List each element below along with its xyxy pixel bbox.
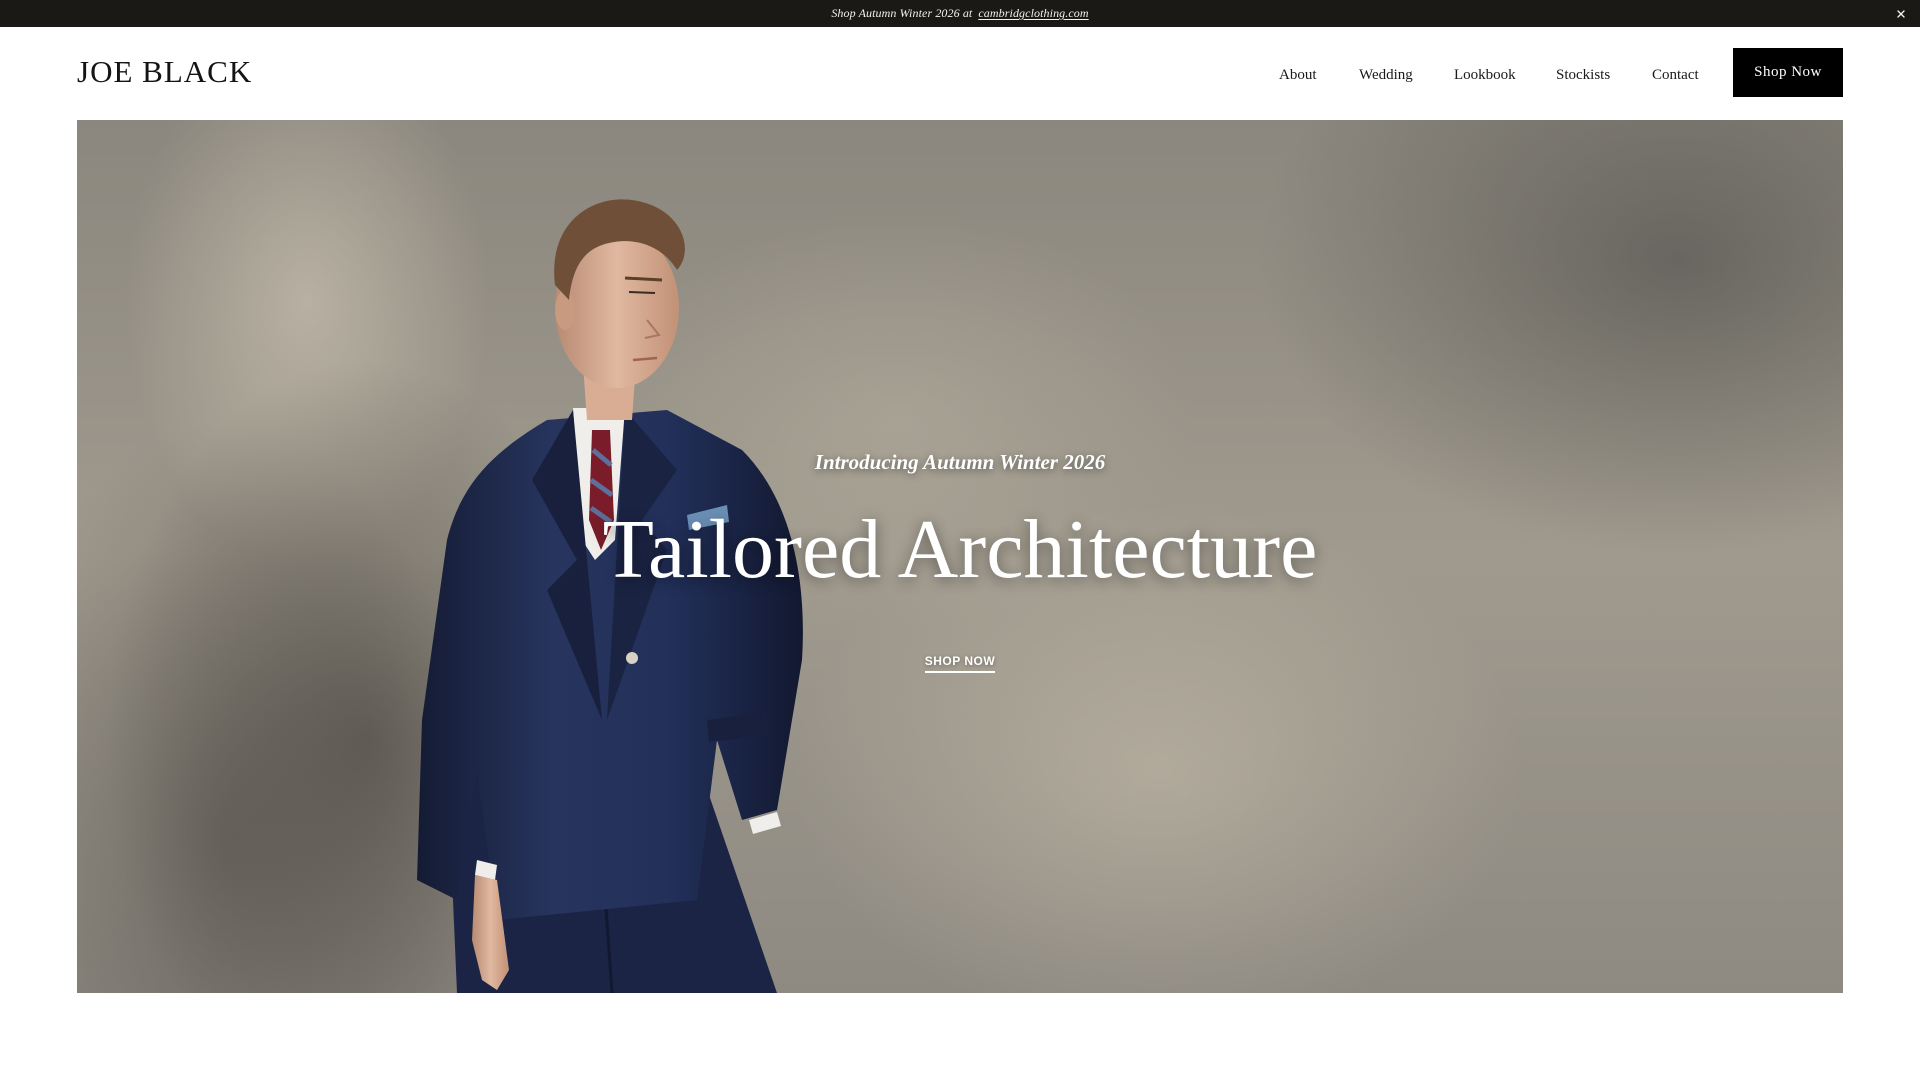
announcement-link[interactable]: cambridgclothing.com (978, 6, 1088, 21)
shop-now-button[interactable]: Shop Now (1733, 48, 1843, 97)
logo[interactable]: JOE BLACK (77, 56, 252, 87)
announcement-bar: Shop Autumn Winter 2026 at cambridgcloth… (0, 0, 1920, 27)
close-icon[interactable] (1894, 7, 1908, 21)
announcement-text: Shop Autumn Winter 2026 at (831, 6, 973, 20)
hero-banner: Introducing Autumn Winter 2026 Tailored … (77, 120, 1843, 993)
hero-shop-now-link[interactable]: SHOP NOW (77, 654, 1843, 673)
nav-item-stockists[interactable]: Stockists (1556, 67, 1610, 84)
hero-cta-label[interactable]: SHOP NOW (924, 654, 996, 673)
hero-title: Tailored Architecture (602, 503, 1318, 596)
nav-item-lookbook[interactable]: Lookbook (1454, 67, 1516, 84)
nav-item-contact[interactable]: Contact (1652, 67, 1699, 84)
nav-item-about[interactable]: About (1279, 67, 1317, 84)
hero-subtitle: Introducing Autumn Winter 2026 (814, 450, 1106, 474)
nav-item-wedding[interactable]: Wedding (1359, 67, 1413, 84)
site-header: JOE BLACK About Wedding Lookbook Stockis… (0, 27, 1920, 120)
